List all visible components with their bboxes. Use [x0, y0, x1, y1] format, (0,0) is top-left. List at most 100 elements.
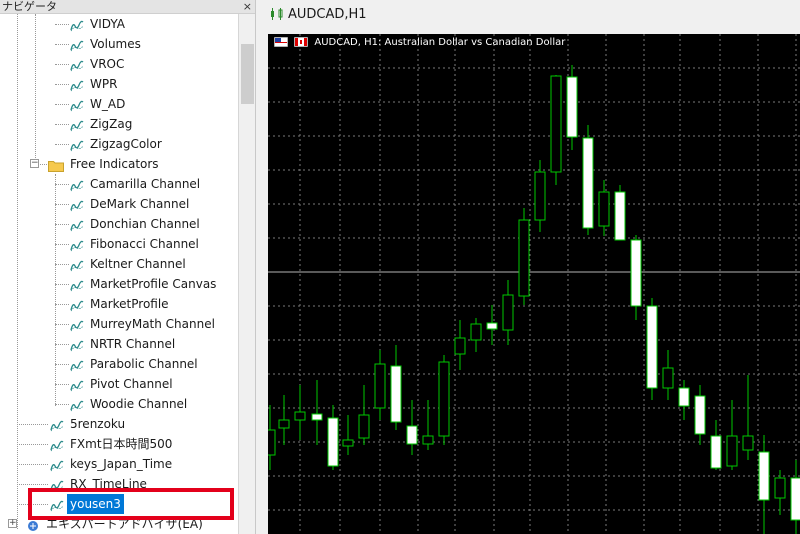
tree-item-label: Volumes [90, 37, 141, 51]
indicator-item[interactable]: NRTR Channel [0, 334, 238, 354]
indicator-icon [70, 338, 84, 352]
tree-connector [55, 24, 69, 25]
candle-body [774, 477, 786, 499]
scrollbar-thumb[interactable] [241, 44, 254, 104]
indicator-item[interactable]: VIDYA [0, 14, 238, 34]
indicator-icon [70, 278, 84, 292]
indicator-item[interactable]: MarketProfile Canvas [0, 274, 238, 294]
highlight-box [28, 488, 234, 520]
flag-icon [274, 37, 288, 47]
candle-body [390, 365, 402, 423]
candle-body [678, 387, 690, 407]
tree-item-label: ZigZag [90, 117, 133, 131]
tree-connector [55, 344, 69, 345]
tree-connector [55, 84, 69, 85]
candle-body [358, 414, 370, 439]
indicator-item[interactable]: Fibonacci Channel [0, 234, 238, 254]
indicator-icon [50, 418, 64, 432]
indicator-icon [50, 438, 64, 452]
indicator-item[interactable]: keys_Japan_Time [0, 454, 238, 474]
tree-connector [17, 424, 48, 425]
candle-body [342, 439, 354, 447]
tree-item-label: Woodie Channel [90, 397, 188, 411]
indicator-icon [70, 78, 84, 92]
tree-connector [55, 244, 69, 245]
candle-body [710, 435, 722, 469]
tree-item-label: Fibonacci Channel [90, 237, 199, 251]
indicator-item[interactable]: Pivot Channel [0, 374, 238, 394]
indicator-item[interactable]: W_AD [0, 94, 238, 114]
tree-connector [17, 444, 48, 445]
indicator-item[interactable]: ZigZag [0, 114, 238, 134]
navigator-title: ナビゲータ [2, 0, 57, 13]
collapse-toggle[interactable]: − [30, 159, 39, 168]
tree-item-label: MarketProfile [90, 297, 169, 311]
tree-item-label: FXmt日本時間500 [70, 437, 173, 451]
tree-connector [17, 484, 48, 485]
chart-header-text: AUDCAD, H1: Australian Dollar vs Canadia… [314, 37, 566, 48]
indicator-item[interactable]: Volumes [0, 34, 238, 54]
navigator-scrollbar[interactable] [238, 14, 255, 534]
indicator-item[interactable]: ZigzagColor [0, 134, 238, 154]
tree-item-label: 5renzoku [70, 417, 126, 431]
indicator-icon [70, 118, 84, 132]
indicator-item[interactable]: MurreyMath Channel [0, 314, 238, 334]
indicator-icon [70, 378, 84, 392]
indicator-item[interactable]: Donchian Channel [0, 214, 238, 234]
candle-body [518, 219, 530, 297]
tree-item-label: MurreyMath Channel [90, 317, 215, 331]
candle-body [311, 413, 323, 421]
chart-tab[interactable]: AUDCAD,H1 [258, 0, 800, 30]
indicator-item[interactable]: Camarilla Channel [0, 174, 238, 194]
indicator-icon [70, 218, 84, 232]
candle-body [582, 137, 594, 229]
candle-body [630, 239, 642, 307]
tree-item-label: DeMark Channel [90, 197, 190, 211]
indicator-item[interactable]: VROC [0, 54, 238, 74]
tree-item-label: MarketProfile Canvas [90, 277, 217, 291]
indicator-item[interactable]: MarketProfile [0, 294, 238, 314]
close-icon[interactable]: × [243, 0, 252, 13]
tree-item-label: Keltner Channel [90, 257, 186, 271]
indicator-icon [70, 258, 84, 272]
candle-body [406, 425, 418, 445]
indicator-icon [70, 178, 84, 192]
indicator-icon [50, 458, 64, 472]
price-chart[interactable]: AUDCAD, H1: Australian Dollar vs Canadia… [268, 34, 800, 534]
indicator-icon [70, 398, 84, 412]
tree-connector [55, 104, 69, 105]
tree-item-label: Parabolic Channel [90, 357, 198, 371]
app-window: ナビゲータ × VIDYA Volumes VROC WPR W_AD ZigZag Zig… [0, 0, 800, 534]
indicator-item[interactable]: Parabolic Channel [0, 354, 238, 374]
candle-body [534, 171, 546, 221]
tree-item-label: NRTR Channel [90, 337, 176, 351]
tree-connector [55, 64, 69, 65]
candle-body [374, 363, 386, 409]
candle-body [598, 191, 610, 227]
navigator-header: ナビゲータ × [0, 0, 255, 14]
tree-connector [55, 364, 69, 365]
candle-body [278, 419, 290, 429]
indicator-item[interactable]: Keltner Channel [0, 254, 238, 274]
tree-item-label: Pivot Channel [90, 377, 173, 391]
tree-item-label: Donchian Channel [90, 217, 200, 231]
candle-body [486, 322, 498, 330]
indicator-item[interactable]: FXmt日本時間500 [0, 434, 238, 454]
candle-body [726, 435, 738, 467]
indicator-item[interactable]: Woodie Channel [0, 394, 238, 414]
candle-body [614, 191, 626, 241]
indicator-icon [70, 98, 84, 112]
candle-body [742, 435, 754, 451]
tree-connector [55, 324, 69, 325]
candle-body [550, 75, 562, 173]
tree-item-label: keys_Japan_Time [70, 457, 173, 471]
navigator-panel: ナビゲータ × VIDYA Volumes VROC WPR W_AD ZigZag Zig… [0, 0, 256, 534]
expand-toggle[interactable]: + [8, 519, 17, 528]
candle-body [470, 323, 482, 341]
chart-tab-title: AUDCAD,H1 [288, 7, 367, 22]
indicator-item[interactable]: WPR [0, 74, 238, 94]
candle-body [646, 305, 658, 389]
indicator-item[interactable]: 5renzoku [0, 414, 238, 434]
tree-connector [55, 224, 69, 225]
indicator-item[interactable]: DeMark Channel [0, 194, 238, 214]
